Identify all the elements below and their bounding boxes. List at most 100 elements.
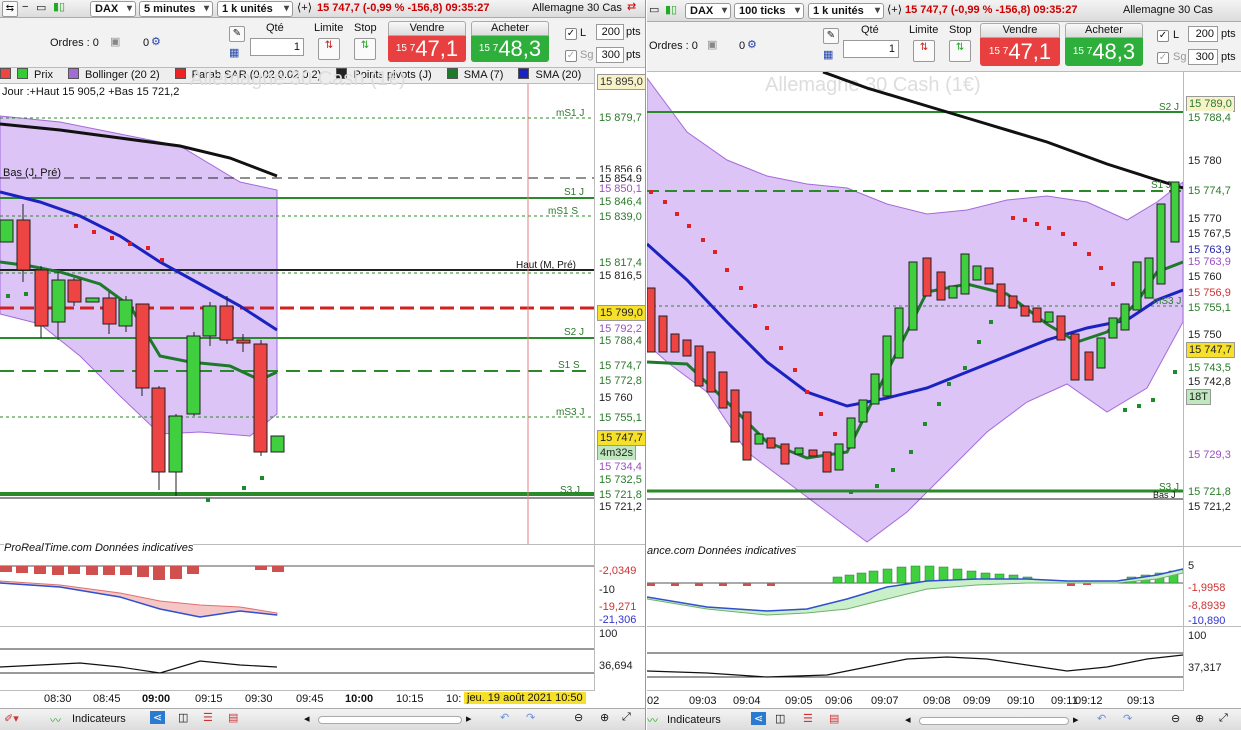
sg-checkbox[interactable]: ✓ [1157,52,1169,64]
sell-button[interactable]: Vendre 15 747,1 [388,21,466,63]
table-icon[interactable]: ▤ [829,712,839,725]
buy-button[interactable]: Acheter 15 748,3 [1065,23,1143,67]
scroll-left-icon[interactable]: ◂ [905,713,911,726]
horizontal-scrollbar[interactable] [919,717,1069,725]
price-tag: 15 817,4 [597,256,644,270]
indicator-bollinger[interactable]: Bollinger (20 2) [68,68,166,81]
l-checkbox[interactable]: ✓ [565,28,577,40]
unlink-icon[interactable]: ⇆ [2,1,18,17]
pts-input-1[interactable]: 200 [1188,26,1218,42]
zoom-fit-icon[interactable]: ⤢ [622,711,631,724]
minus-icon[interactable]: − [22,1,28,13]
pts-input-1[interactable]: 200 [596,24,624,40]
macd-tag: -21,306 [597,613,639,627]
left-macd-pane: ProRealTime.com Données indicatives -2,0… [0,542,645,627]
label-ms3j: mS3 J [1153,296,1181,307]
price-tag: 15 760 [597,391,635,405]
units-select[interactable]: 1 k unités [217,1,293,17]
stop-order-icon[interactable]: ⇅ [949,40,971,62]
candle [151,387,166,473]
orders-box-icon[interactable]: ▣ [110,35,120,48]
zoom-in-icon[interactable]: ⊕ [1195,712,1204,725]
price-tag: 15 756,9 [1186,286,1233,300]
window-icon[interactable]: ▭ [36,1,46,14]
window-icon[interactable]: ▭ [649,3,659,16]
screenshot-icon[interactable]: ◫ [178,711,188,724]
macd-chart[interactable] [647,559,1183,627]
symbol-select[interactable]: DAX [90,1,136,17]
zoom-fit-icon[interactable]: ⤢ [1219,712,1228,725]
list-icon[interactable]: ☰ [203,711,213,724]
buy-price: 15 748,3 [471,36,549,62]
candle [102,297,117,325]
l-checkbox[interactable]: ✓ [1157,30,1169,42]
zoom-in-icon[interactable]: ⊕ [600,711,609,724]
orders-box-icon[interactable]: ▣ [707,38,717,51]
redo-icon[interactable]: ↷ [1123,712,1132,725]
link-icon[interactable]: ⇄ [627,0,636,13]
period-select[interactable]: 100 ticks [734,3,804,19]
left-price-chart[interactable]: Bas (J, Pré) mS1 J S1 J mS1 S Haut (M, P… [0,84,594,544]
label-ms3j: mS3 J [556,407,584,418]
wrench-icon[interactable]: ✎ [823,28,839,44]
pts-input-2[interactable]: 300 [1188,49,1218,65]
rsi-chart[interactable] [647,627,1183,691]
horizontal-scrollbar[interactable] [318,716,462,724]
qty-input[interactable]: 1 [843,40,899,58]
period-select[interactable]: 5 minutes [139,1,213,17]
sell-button[interactable]: Vendre 15 747,1 [980,23,1060,67]
indicator-sma7[interactable]: SMA (7) [446,68,510,81]
limit-order-icon[interactable]: ⇅ [913,40,935,62]
stop-order-icon[interactable]: ⇅ [354,38,376,60]
limit-order-icon[interactable]: ⇅ [318,38,340,60]
source-label: ance.com Données indicatives [647,545,797,557]
price-tag: 15 743,5 [1186,361,1233,375]
share-icon[interactable]: ⋖ [751,712,767,725]
calculator-icon[interactable]: ▦ [823,48,833,61]
chart-type-icon[interactable]: ▮▯ [665,3,677,16]
scroll-right-icon[interactable]: ▸ [1073,713,1079,726]
zoom-out-icon[interactable]: ⊖ [574,711,583,724]
positions-gear-icon[interactable]: ⚙ [747,38,757,51]
indicators-icon[interactable]: 〰 [647,712,658,728]
rsi-chart[interactable] [0,627,594,691]
price-tag: 15 747,7 [1186,342,1235,358]
price-tag: 15 788,4 [597,334,644,348]
chart-type-icon[interactable]: ▮▯ [53,0,65,13]
right-price-chart[interactable]: S2 J S1 J mS3 J S3 J Bas J [647,72,1183,546]
undo-icon[interactable]: ↶ [1097,712,1106,725]
marker-icon[interactable]: ⟨+⟩ [887,3,902,16]
zoom-out-icon[interactable]: ⊖ [1171,712,1180,725]
buy-button[interactable]: Acheter 15 748,3 [471,21,549,63]
price-tag: 15 799,0 [597,305,645,321]
indicators-icon[interactable]: 〰 [50,712,61,728]
indicator-prix[interactable]: Prix [0,68,59,81]
calculator-icon[interactable]: ▦ [229,46,239,59]
draw-tool-icon[interactable]: ✐▾ [4,712,19,725]
limit-label: Limite [314,22,344,34]
scroll-right-icon[interactable]: ▸ [466,712,472,725]
indicator-sma20[interactable]: SMA (20) [518,68,587,81]
screenshot-icon[interactable]: ◫ [775,712,785,725]
redo-icon[interactable]: ↷ [526,711,535,724]
indicators-button[interactable]: Indicateurs [72,713,126,725]
pts-input-2[interactable]: 300 [596,47,624,63]
undo-icon[interactable]: ↶ [500,711,509,724]
indicators-button[interactable]: Indicateurs [667,714,721,726]
units-select[interactable]: 1 k unités [808,3,884,19]
share-icon[interactable]: ⋖ [150,711,166,724]
wrench-icon[interactable]: ✎ [229,26,245,42]
candle-current [270,435,285,453]
qty-input[interactable]: 1 [250,38,304,56]
list-icon[interactable]: ☰ [803,712,813,725]
positions-gear-icon[interactable]: ⚙ [151,35,161,48]
table-icon[interactable]: ▤ [228,711,238,724]
marker-icon[interactable]: ⟨+⟩ [297,1,312,14]
price-tag: 15 772,8 [597,374,644,388]
sg-checkbox[interactable]: ✓ [565,50,577,62]
symbol-select[interactable]: DAX [685,3,731,19]
scroll-left-icon[interactable]: ◂ [304,712,310,725]
left-toolbar: ⇆ − ▭ ▮▯ DAX 5 minutes 1 k unités ⟨+⟩ 15… [0,0,645,18]
macd-chart[interactable] [0,557,594,627]
buy-label: Acheter [471,21,549,36]
